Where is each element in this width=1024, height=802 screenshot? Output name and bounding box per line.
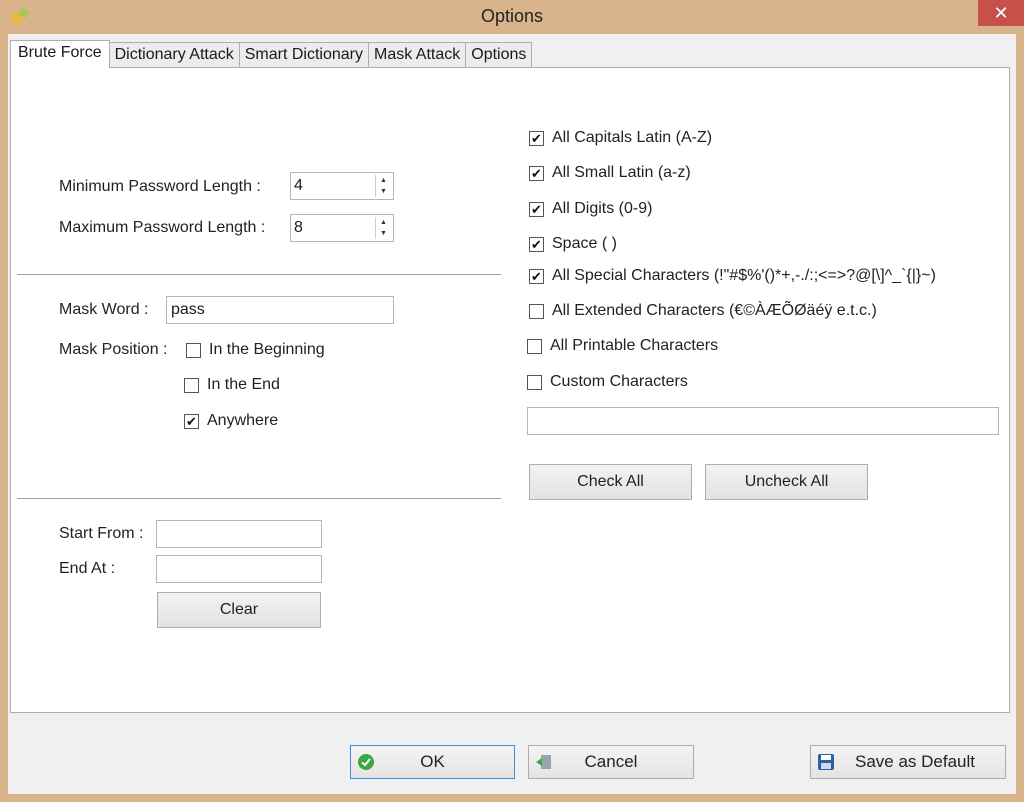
tab-options[interactable]: Options — [465, 42, 533, 68]
tab-smart-dictionary[interactable]: Smart Dictionary — [238, 42, 369, 68]
checkmark-icon[interactable]: ✔ — [529, 130, 544, 146]
mask-word-label: Mask Word : — [59, 301, 149, 318]
charset-printable[interactable]: All Printable Characters — [527, 337, 718, 355]
options-window: Options ✕ Brute Force Dictionary Attack … — [0, 0, 1024, 802]
checkbox-icon[interactable] — [529, 303, 544, 319]
save-as-default-button[interactable]: Save as Default — [810, 745, 1006, 779]
mask-position-beginning[interactable]: In the Beginning — [186, 341, 325, 359]
spin-down-icon[interactable]: ▼ — [376, 228, 391, 239]
title-bar[interactable]: Options ✕ — [0, 0, 1024, 34]
checkmark-icon[interactable]: ✔ — [529, 201, 544, 217]
charset-extended[interactable]: All Extended Characters (€©ÀÆÕØäéÿ e.t.c… — [529, 302, 877, 320]
max-length-stepper[interactable]: 8 ▲ ▼ — [290, 214, 394, 242]
checkmark-icon[interactable]: ✔ — [529, 165, 544, 181]
clear-button[interactable]: Clear — [157, 592, 321, 628]
ok-label: OK — [420, 752, 445, 771]
end-at-input[interactable] — [156, 555, 322, 583]
mask-position-anywhere[interactable]: ✔ Anywhere — [184, 412, 278, 430]
tab-mask-attack[interactable]: Mask Attack — [368, 42, 467, 68]
spin-up-icon[interactable]: ▲ — [376, 217, 391, 228]
checkbox-icon[interactable] — [527, 338, 542, 354]
charset-capitals[interactable]: ✔ All Capitals Latin (A-Z) — [529, 129, 712, 147]
checkmark-icon[interactable]: ✔ — [529, 268, 544, 284]
checkmark-icon[interactable]: ✔ — [529, 236, 544, 252]
min-length-stepper[interactable]: 4 ▲ ▼ — [290, 172, 394, 200]
close-button[interactable]: ✕ — [978, 0, 1024, 26]
tab-dictionary-attack[interactable]: Dictionary Attack — [108, 42, 240, 68]
max-length-label: Maximum Password Length : — [59, 219, 266, 236]
mask-position-end[interactable]: In the End — [184, 376, 280, 394]
checkbox-icon[interactable] — [184, 377, 199, 393]
cancel-label: Cancel — [584, 752, 638, 771]
dialog-client: Brute Force Dictionary Attack Smart Dict… — [8, 34, 1016, 794]
end-at-label: End At : — [59, 560, 116, 577]
min-length-value[interactable]: 4 — [294, 177, 303, 195]
checkmark-icon[interactable]: ✔ — [184, 413, 199, 429]
custom-characters-input[interactable] — [527, 407, 999, 435]
min-length-label: Minimum Password Length : — [59, 178, 261, 195]
spin-down-icon[interactable]: ▼ — [376, 186, 391, 197]
tab-strip: Brute Force Dictionary Attack Smart Dict… — [10, 40, 533, 68]
checkbox-icon[interactable] — [186, 342, 201, 358]
mask-position-label: Mask Position : — [59, 341, 168, 358]
charset-space[interactable]: ✔ Space ( ) — [529, 235, 617, 253]
tab-brute-force[interactable]: Brute Force — [10, 40, 110, 68]
uncheck-all-button[interactable]: Uncheck All — [705, 464, 868, 500]
cancel-button[interactable]: Cancel — [528, 745, 694, 779]
checkbox-icon[interactable] — [527, 374, 542, 390]
divider — [17, 274, 501, 276]
start-from-input[interactable] — [156, 520, 322, 548]
brute-force-panel: Minimum Password Length : 4 ▲ ▼ Maximum P… — [10, 67, 1010, 713]
check-all-button[interactable]: Check All — [529, 464, 692, 500]
mask-word-input[interactable]: pass — [166, 296, 394, 324]
ok-button[interactable]: OK — [350, 745, 515, 779]
spin-up-icon[interactable]: ▲ — [376, 175, 391, 186]
charset-small[interactable]: ✔ All Small Latin (a-z) — [529, 164, 691, 182]
divider — [17, 498, 501, 500]
charset-custom[interactable]: Custom Characters — [527, 373, 688, 391]
charset-special[interactable]: ✔ All Special Characters (!"#$%'()*+,-./… — [529, 267, 936, 285]
save-as-default-label: Save as Default — [854, 752, 975, 771]
max-length-value[interactable]: 8 — [294, 219, 303, 237]
start-from-label: Start From : — [59, 525, 144, 542]
window-title: Options — [480, 6, 544, 26]
charset-digits[interactable]: ✔ All Digits (0-9) — [529, 200, 652, 218]
